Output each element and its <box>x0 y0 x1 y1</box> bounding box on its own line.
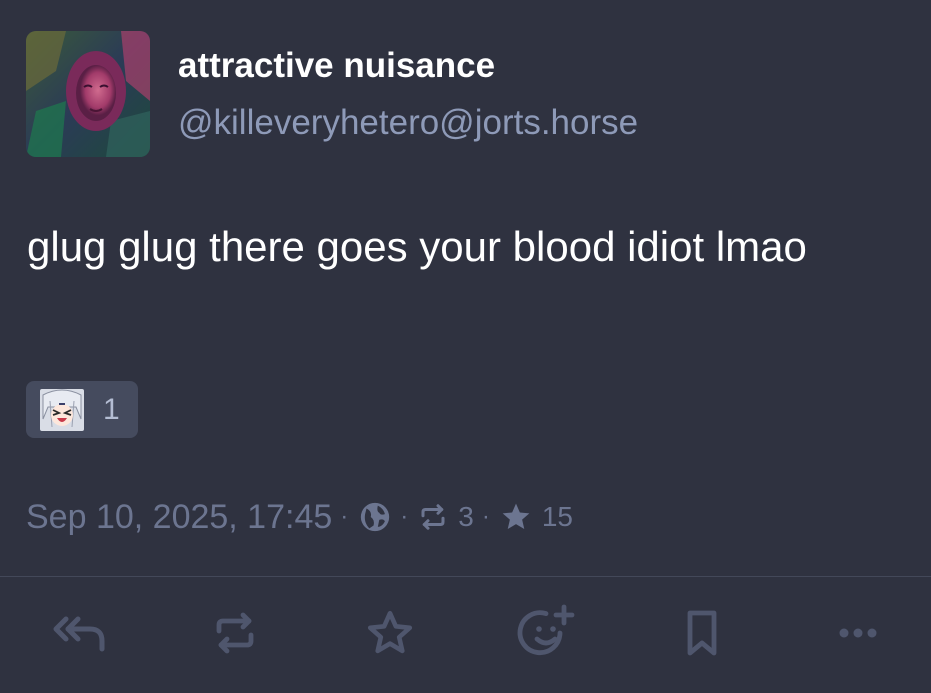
globe-icon <box>361 502 390 532</box>
star-outline-icon <box>367 610 413 654</box>
anime-girl-laughing-emoji <box>40 389 84 431</box>
meta-separator: · <box>340 503 349 530</box>
action-bar-divider <box>0 576 931 577</box>
bookmark-button[interactable] <box>672 603 732 663</box>
author-handle[interactable]: @killeveryhetero@jorts.horse <box>178 103 638 143</box>
favourite-count[interactable]: 15 <box>542 501 573 533</box>
post-content: glug glug there goes your blood idiot lm… <box>27 223 807 270</box>
add-reaction-button[interactable] <box>516 603 576 663</box>
more-button[interactable] <box>828 603 888 663</box>
meta-separator: · <box>481 503 490 530</box>
boost-count[interactable]: 3 <box>458 501 474 533</box>
bookmark-icon <box>687 610 717 656</box>
author-avatar[interactable] <box>26 31 150 157</box>
reply-all-button[interactable] <box>50 603 110 663</box>
meta-separator: · <box>400 503 409 530</box>
star-icon <box>502 503 530 529</box>
favourite-button[interactable] <box>360 603 420 663</box>
post-timestamp[interactable]: Sep 10, 2025, 17:45 <box>26 498 332 537</box>
post-meta: Sep 10, 2025, 17:45 · · 3 · 15 <box>26 497 573 537</box>
profile-photo <box>26 31 150 157</box>
author-display-name[interactable]: attractive nuisance <box>178 46 495 86</box>
more-dots-icon <box>839 628 877 638</box>
emoji-add-icon <box>517 604 575 656</box>
reaction-count: 1 <box>103 393 120 426</box>
reply-all-icon <box>53 616 105 652</box>
boost-icon <box>421 504 445 530</box>
reaction-chip[interactable]: 1 <box>26 381 138 438</box>
boost-icon <box>216 612 254 654</box>
boost-button[interactable] <box>205 603 265 663</box>
